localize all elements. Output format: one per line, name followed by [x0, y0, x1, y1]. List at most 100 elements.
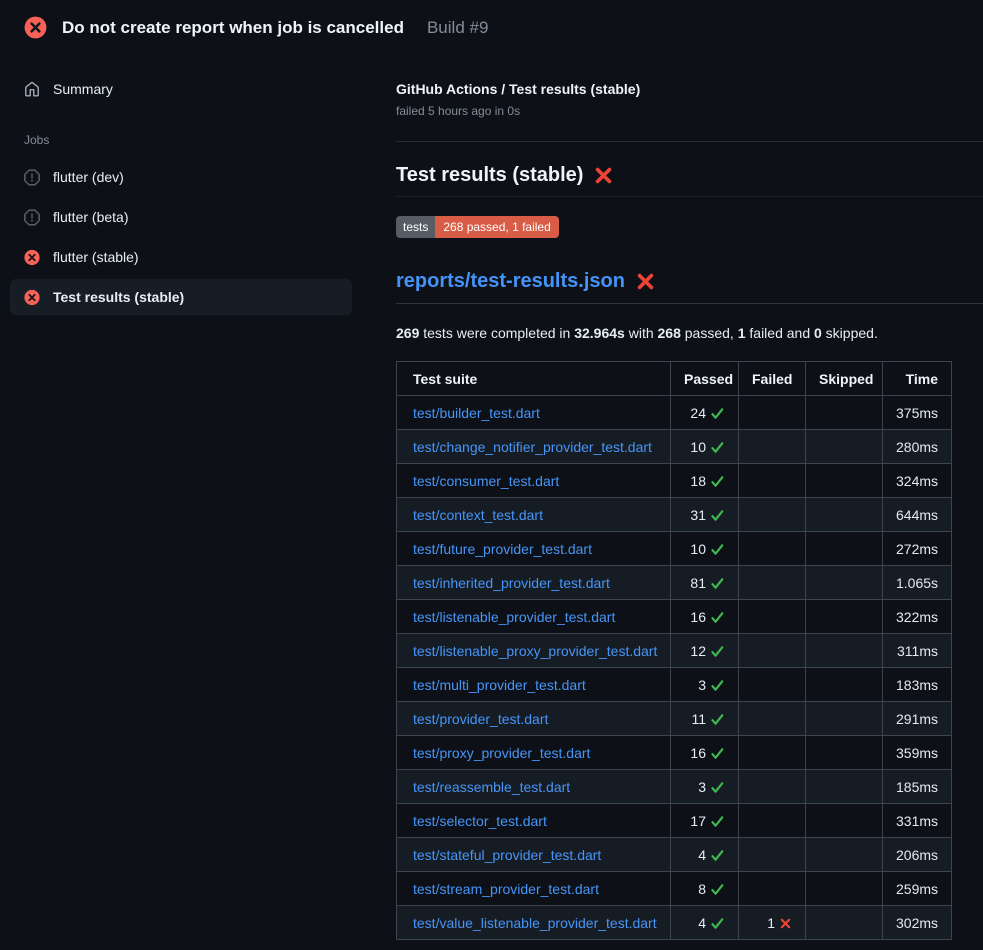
- passed-cell: 18: [671, 464, 739, 498]
- failed-cell: 1: [739, 906, 806, 940]
- time-cell: 644ms: [883, 498, 952, 532]
- column-header-skipped: Skipped: [806, 362, 883, 396]
- check-icon: [710, 814, 725, 829]
- test-suite-cell: test/value_listenable_provider_test.dart: [397, 906, 671, 940]
- failed-cell: [739, 804, 806, 838]
- time-cell: 206ms: [883, 838, 952, 872]
- test-suite-link[interactable]: test/change_notifier_provider_test.dart: [413, 439, 652, 455]
- section-title: Test results (stable): [396, 164, 583, 187]
- check-icon: [710, 848, 725, 863]
- skipped-cell: [806, 566, 883, 600]
- table-row: test/multi_provider_test.dart 3 183ms: [397, 668, 952, 702]
- sidebar-item-job[interactable]: flutter (beta): [10, 199, 352, 235]
- passed-cell: 16: [671, 600, 739, 634]
- report-file-link[interactable]: reports/test-results.json: [396, 270, 625, 293]
- test-suite-cell: test/change_notifier_provider_test.dart: [397, 430, 671, 464]
- failed-cell: [739, 770, 806, 804]
- time-cell: 183ms: [883, 668, 952, 702]
- failed-cell: [739, 396, 806, 430]
- x-circle-icon: [24, 289, 40, 305]
- test-suite-link[interactable]: test/consumer_test.dart: [413, 473, 559, 489]
- table-row: test/reassemble_test.dart3185ms: [397, 770, 952, 804]
- passed-cell: 10: [671, 430, 739, 464]
- test-suite-link[interactable]: test/listenable_proxy_provider_test.dart: [413, 643, 657, 659]
- time-cell: 311ms: [883, 634, 952, 668]
- test-suite-link[interactable]: test/reassemble_test.dart: [413, 779, 570, 795]
- skipped-cell: [806, 838, 883, 872]
- test-suite-link[interactable]: test/inherited_provider_test.dart: [413, 575, 610, 591]
- test-suite-link[interactable]: test/stateful_provider_test.dart: [413, 847, 601, 863]
- test-suite-cell: test/stream_provider_test.dart: [397, 872, 671, 906]
- passed-count: 10: [690, 439, 706, 455]
- passed-count: 10: [690, 541, 706, 557]
- divider: [396, 141, 983, 142]
- check-icon: [710, 712, 725, 727]
- check-run-status: failed 5 hours ago in 0s: [396, 104, 983, 118]
- time-cell: 359ms: [883, 736, 952, 770]
- sidebar-item-summary[interactable]: Summary: [10, 71, 352, 107]
- skipped-cell: [806, 702, 883, 736]
- test-suite-link[interactable]: test/value_listenable_provider_test.dart: [413, 915, 657, 931]
- table-row: test/provider_test.dart11291ms: [397, 702, 952, 736]
- skipped-cell: [806, 600, 883, 634]
- stop-icon: [24, 169, 40, 185]
- report-heading: reports/test-results.json: [396, 270, 983, 304]
- test-suite-link[interactable]: test/selector_test.dart: [413, 813, 547, 829]
- column-header-passed: Passed: [671, 362, 739, 396]
- sidebar-item-label: Summary: [53, 81, 113, 97]
- check-icon: [710, 916, 725, 931]
- failed-cell: [739, 566, 806, 600]
- test-suite-link[interactable]: test/stream_provider_test.dart: [413, 881, 599, 897]
- time-cell: 375ms: [883, 396, 952, 430]
- test-suite-cell: test/inherited_provider_test.dart: [397, 566, 671, 600]
- results-table: Test suitePassedFailedSkippedTime test/b…: [396, 361, 952, 940]
- stop-icon: [24, 209, 40, 225]
- table-row: test/change_notifier_provider_test.dart 1…: [397, 430, 952, 464]
- test-suite-link[interactable]: test/provider_test.dart: [413, 711, 548, 727]
- check-icon: [710, 610, 725, 625]
- failed-cell: [739, 498, 806, 532]
- time-cell: 272ms: [883, 532, 952, 566]
- table-row: test/context_test.dart 31 644ms: [397, 498, 952, 532]
- section-heading: Test results (stable): [396, 164, 983, 197]
- failed-count: 1: [767, 915, 775, 931]
- skipped-cell: [806, 634, 883, 668]
- test-suite-cell: test/stateful_provider_test.dart: [397, 838, 671, 872]
- passed-cell: 31: [671, 498, 739, 532]
- sidebar-item-job[interactable]: flutter (dev): [10, 159, 352, 195]
- check-icon: [710, 678, 725, 693]
- test-suite-cell: test/provider_test.dart: [397, 702, 671, 736]
- sidebar-item-job[interactable]: flutter (stable): [10, 239, 352, 275]
- failed-cell: [739, 532, 806, 566]
- table-row: test/inherited_provider_test.dart811.065…: [397, 566, 952, 600]
- build-header: Do not create report when job is cancell…: [0, 0, 983, 51]
- passed-cell: 3: [671, 668, 739, 702]
- job-list: flutter (dev) flutter (beta) flutter (stab…: [10, 159, 352, 315]
- skipped-cell: [806, 736, 883, 770]
- test-suite-link[interactable]: test/multi_provider_test.dart: [413, 677, 586, 693]
- x-circle-icon: [24, 16, 47, 39]
- failed-cell: [739, 668, 806, 702]
- test-suite-link[interactable]: test/future_provider_test.dart: [413, 541, 592, 557]
- passed-count: 4: [698, 847, 706, 863]
- skipped-cell: [806, 532, 883, 566]
- test-suite-link[interactable]: test/listenable_provider_test.dart: [413, 609, 615, 625]
- check-run-name: GitHub Actions / Test results (stable): [396, 81, 983, 97]
- failed-cell: [739, 838, 806, 872]
- passed-cell: 11: [671, 702, 739, 736]
- check-icon: [710, 746, 725, 761]
- badge-value: 268 passed, 1 failed: [435, 216, 558, 238]
- table-row: test/future_provider_test.dart 10 272ms: [397, 532, 952, 566]
- badge-label: tests: [396, 216, 435, 238]
- table-row: test/stateful_provider_test.dart 4 206ms: [397, 838, 952, 872]
- skipped-cell: [806, 906, 883, 940]
- check-icon: [710, 474, 725, 489]
- time-cell: 331ms: [883, 804, 952, 838]
- page-title: Do not create report when job is cancell…: [62, 18, 404, 38]
- test-suite-link[interactable]: test/context_test.dart: [413, 507, 543, 523]
- failed-cell: [739, 736, 806, 770]
- sidebar-item-job[interactable]: Test results (stable): [10, 279, 352, 315]
- test-suite-link[interactable]: test/proxy_provider_test.dart: [413, 745, 590, 761]
- cross-icon: [779, 917, 792, 930]
- test-suite-link[interactable]: test/builder_test.dart: [413, 405, 540, 421]
